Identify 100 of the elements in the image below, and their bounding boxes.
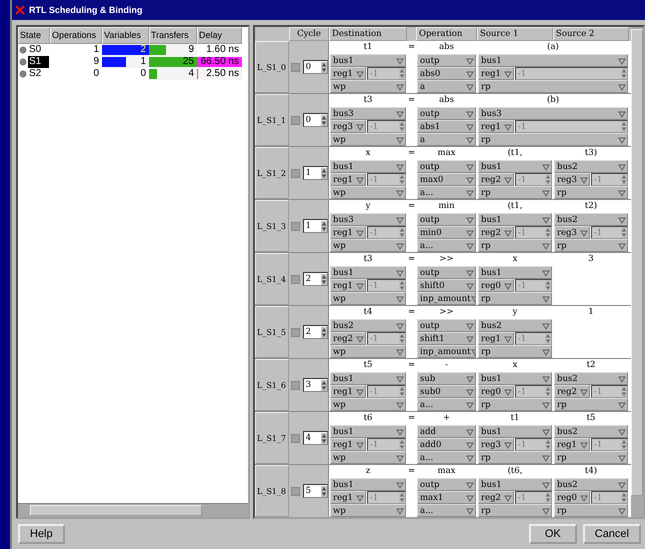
instance-dropdown[interactable]: add0 [417,438,476,451]
port-dropdown[interactable]: rp [478,133,628,146]
cycle-spinner[interactable]: 5 [302,484,328,498]
port-dropdown[interactable]: rp [478,80,628,93]
dropdown-arrow-icon[interactable] [542,506,550,514]
dropdown-arrow-icon[interactable] [542,454,550,462]
dropdown-arrow-icon[interactable] [396,162,404,170]
column-header[interactable]: Operation [416,27,477,41]
port-dropdown[interactable]: rp [478,398,552,411]
dropdown-arrow-icon[interactable] [580,440,588,448]
port-dropdown[interactable]: rp [554,239,628,252]
checkbox[interactable] [291,62,300,72]
column-header[interactable]: Destination [329,27,407,41]
dropdown-arrow-icon[interactable] [618,506,626,514]
port-dropdown[interactable]: a... [417,186,476,199]
unit-dropdown[interactable]: outp [417,478,476,491]
register-dropdown[interactable]: reg2 [478,491,514,504]
register-dropdown[interactable]: reg0 [478,385,514,398]
dropdown-arrow-icon[interactable] [542,268,550,276]
close-icon[interactable] [15,5,25,15]
register-dropdown[interactable]: reg1 [330,279,366,292]
dropdown-arrow-icon[interactable] [396,242,404,250]
dropdown-arrow-icon[interactable] [542,374,550,382]
unit-dropdown[interactable]: outp [417,319,476,332]
unit-dropdown[interactable]: add [417,425,476,438]
port-dropdown[interactable]: inp_amount [417,292,476,305]
dropdown-arrow-icon[interactable] [580,388,588,396]
unit-dropdown[interactable]: outp [417,160,476,173]
dropdown-arrow-icon[interactable] [356,440,364,448]
help-button[interactable]: Help [18,524,65,544]
spinner-arrows-icon[interactable] [321,432,327,444]
column-header[interactable]: Transfers [149,27,197,44]
spinner-arrows-icon[interactable] [321,168,327,178]
dropdown-arrow-icon[interactable] [618,162,626,170]
dropdown-arrow-icon[interactable] [396,56,404,64]
dropdown-arrow-icon[interactable] [542,162,550,170]
port-dropdown[interactable]: wp [330,398,406,411]
register-dropdown[interactable]: reg2 [330,332,366,345]
instance-dropdown[interactable]: abs1 [417,120,476,133]
dropdown-arrow-icon[interactable] [504,334,512,342]
bus-dropdown[interactable]: bus1 [330,266,406,279]
bus-dropdown[interactable]: bus1 [478,160,552,173]
register-dropdown[interactable]: reg2 [478,173,514,186]
port-dropdown[interactable]: rp [478,239,552,252]
bus-dropdown[interactable]: bus1 [478,266,552,279]
instance-dropdown[interactable]: min0 [417,226,476,239]
checkbox[interactable] [291,116,300,124]
register-dropdown[interactable]: reg1 [478,120,514,133]
dropdown-arrow-icon[interactable] [504,494,512,502]
port-dropdown[interactable]: a... [417,504,476,517]
dropdown-arrow-icon[interactable] [542,480,550,488]
dropdown-arrow-icon[interactable] [396,268,404,276]
cycle-spinner[interactable]: 0 [302,60,328,74]
spinner-arrows-icon[interactable] [321,220,327,232]
bus-dropdown[interactable]: bus3 [330,213,406,226]
dropdown-arrow-icon[interactable] [618,136,626,144]
port-dropdown[interactable]: wp [330,239,406,252]
dropdown-arrow-icon[interactable] [396,374,404,382]
column-header[interactable]: Source 2 [553,27,629,41]
unit-dropdown[interactable]: outp [417,213,476,226]
cycle-spinner[interactable]: 3 [302,378,328,392]
register-dropdown[interactable]: reg1 [330,438,366,451]
cycle-spinner[interactable]: 2 [302,325,328,339]
bus-dropdown[interactable]: bus1 [330,372,406,385]
port-dropdown[interactable]: a... [417,451,476,464]
state-name[interactable]: S1 [28,56,50,68]
dropdown-arrow-icon[interactable] [396,348,404,356]
instance-dropdown[interactable]: shift0 [417,279,476,292]
port-dropdown[interactable]: rp [554,398,628,411]
register-dropdown[interactable]: reg3 [554,226,590,239]
bus-dropdown[interactable]: bus2 [478,319,552,332]
bus-dropdown[interactable]: bus1 [330,425,406,438]
register-dropdown[interactable]: reg1 [554,438,590,451]
dropdown-arrow-icon[interactable] [542,242,550,250]
dropdown-arrow-icon[interactable] [356,282,364,290]
cycle-spinner[interactable]: 4 [302,431,328,445]
port-dropdown[interactable]: wp [330,451,406,464]
dropdown-arrow-icon[interactable] [396,82,404,90]
checkbox[interactable] [291,486,300,496]
dropdown-arrow-icon[interactable] [542,294,550,302]
dropdown-arrow-icon[interactable] [618,242,626,250]
horizontal-scrollbar[interactable] [18,503,248,517]
ok-button[interactable]: OK [528,524,577,544]
register-dropdown[interactable]: reg3 [554,173,590,186]
cancel-button[interactable]: Cancel [582,524,641,544]
port-dropdown[interactable]: rp [554,504,628,517]
dropdown-arrow-icon[interactable] [356,122,364,130]
spinner-arrows-icon[interactable] [321,486,327,496]
spinner-arrows-icon[interactable] [321,380,327,390]
bus-dropdown[interactable]: bus2 [330,319,406,332]
dropdown-arrow-icon[interactable] [618,480,626,488]
column-header[interactable]: State [18,27,50,44]
port-dropdown[interactable]: inp_amount [417,345,476,358]
port-dropdown[interactable]: rp [554,186,628,199]
cycle-spinner[interactable]: 1 [302,219,328,233]
bus-dropdown[interactable]: bus2 [554,160,628,173]
dropdown-arrow-icon[interactable] [542,216,550,224]
register-dropdown[interactable]: reg0 [554,491,590,504]
bus-dropdown[interactable]: bus3 [478,107,628,120]
dropdown-arrow-icon[interactable] [396,400,404,408]
